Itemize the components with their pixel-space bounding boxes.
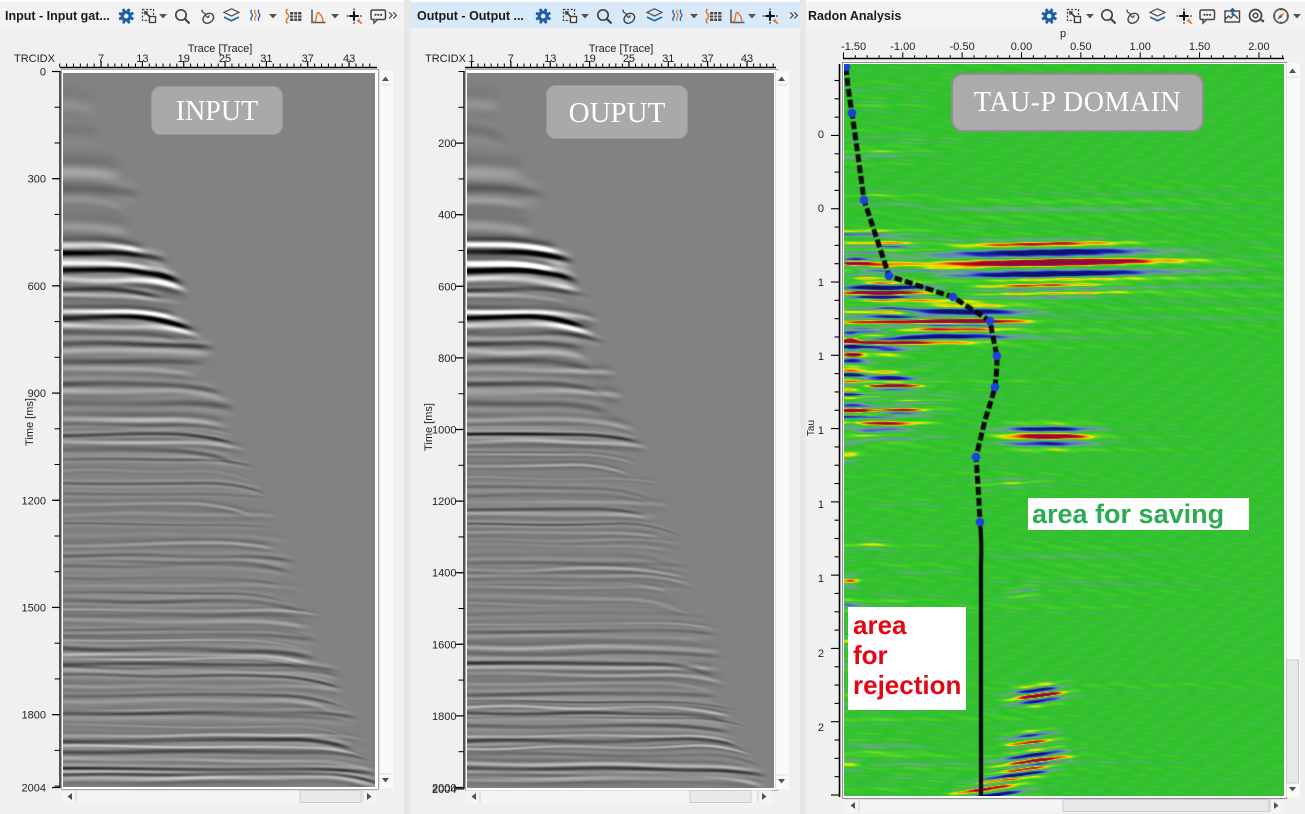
svg-text:31: 31: [662, 53, 674, 65]
svg-text:1: 1: [818, 499, 824, 511]
svg-text:1: 1: [818, 573, 824, 585]
svg-text:25: 25: [219, 53, 231, 65]
svg-text:0.00: 0.00: [1011, 41, 1032, 53]
svg-text:-1.00: -1.00: [890, 41, 915, 53]
svg-text:p: p: [1060, 28, 1066, 40]
svg-text:2.00: 2.00: [1248, 41, 1269, 53]
svg-text:1400: 1400: [432, 568, 456, 580]
svg-text:Time [ms]: Time [ms]: [423, 403, 435, 451]
svg-text:1200: 1200: [22, 495, 46, 507]
svg-text:31: 31: [260, 53, 272, 65]
svg-text:0.50: 0.50: [1070, 41, 1091, 53]
svg-text:-1.50: -1.50: [841, 41, 866, 53]
svg-text:37: 37: [302, 53, 314, 65]
svg-text:Trace [Trace]: Trace [Trace]: [589, 43, 654, 55]
svg-text:1000: 1000: [432, 425, 456, 437]
svg-text:2: 2: [818, 722, 824, 734]
svg-text:300: 300: [28, 174, 46, 186]
svg-text:7: 7: [98, 53, 104, 65]
svg-text:800: 800: [438, 353, 456, 365]
svg-text:0: 0: [818, 203, 824, 215]
svg-text:2004: 2004: [22, 783, 46, 795]
svg-text:Time [ms]: Time [ms]: [24, 398, 36, 446]
svg-text:43: 43: [343, 53, 355, 65]
svg-text:19: 19: [178, 53, 190, 65]
svg-text:19: 19: [583, 53, 595, 65]
svg-text:13: 13: [136, 53, 148, 65]
svg-text:1800: 1800: [432, 711, 456, 723]
svg-text:200: 200: [438, 138, 456, 150]
svg-text:1600: 1600: [432, 639, 456, 651]
svg-text:600: 600: [438, 281, 456, 293]
svg-text:600: 600: [28, 281, 46, 293]
svg-text:1500: 1500: [22, 602, 46, 614]
svg-text:1.00: 1.00: [1129, 41, 1150, 53]
svg-text:1: 1: [468, 53, 474, 65]
svg-text:-0.50: -0.50: [950, 41, 975, 53]
svg-text:2004: 2004: [432, 784, 456, 796]
svg-text:1: 1: [818, 351, 824, 363]
svg-text:400: 400: [438, 210, 456, 222]
svg-text:TRCIDX: TRCIDX: [425, 53, 467, 65]
svg-text:43: 43: [741, 53, 753, 65]
svg-text:7: 7: [508, 53, 514, 65]
svg-text:1800: 1800: [22, 710, 46, 722]
svg-text:1200: 1200: [432, 496, 456, 508]
svg-text:2: 2: [818, 648, 824, 660]
svg-text:Tau: Tau: [806, 420, 817, 436]
svg-text:1: 1: [818, 425, 824, 437]
svg-text:1: 1: [818, 277, 824, 289]
svg-text:0: 0: [818, 129, 824, 141]
svg-text:0: 0: [40, 67, 46, 79]
svg-text:13: 13: [544, 53, 556, 65]
svg-text:TRCIDX: TRCIDX: [14, 53, 56, 65]
svg-text:37: 37: [702, 53, 714, 65]
svg-text:1.50: 1.50: [1189, 41, 1210, 53]
svg-text:25: 25: [623, 53, 635, 65]
